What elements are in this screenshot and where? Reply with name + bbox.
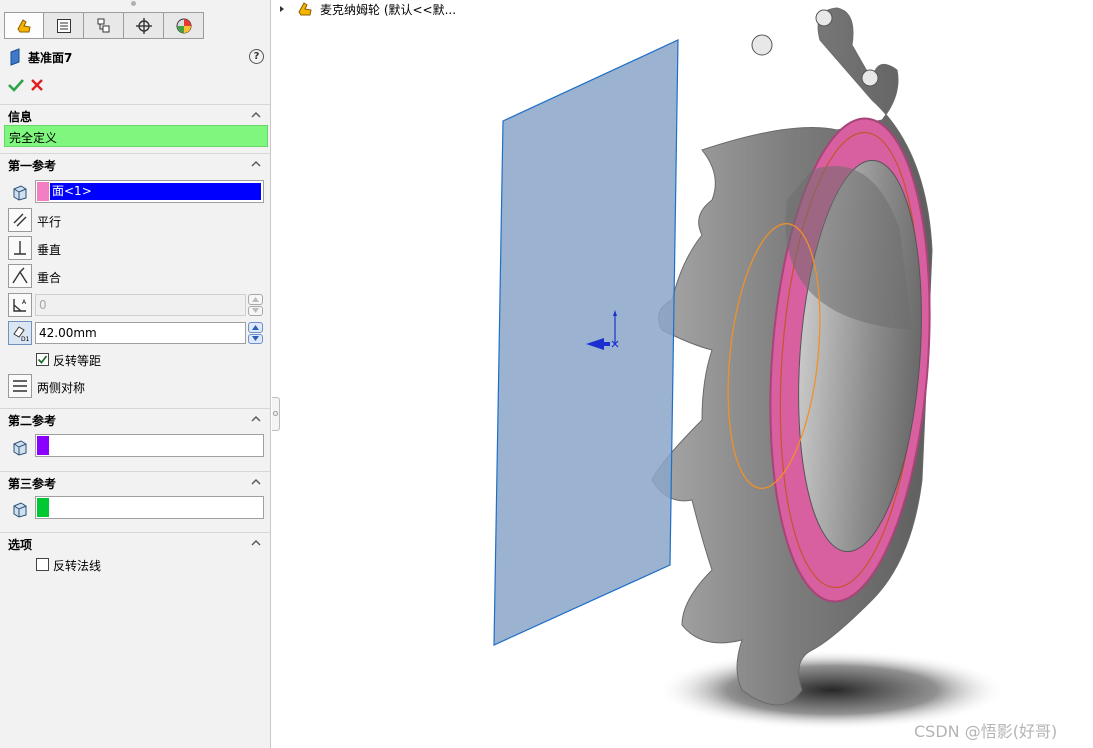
parallel-icon	[13, 213, 27, 227]
help-icon[interactable]: ?	[249, 49, 264, 64]
first-reference-selection[interactable]: 面<1>	[50, 183, 261, 200]
arrow-down-icon	[252, 308, 259, 314]
first-reference-color-swatch	[37, 182, 49, 201]
feature-manager-icon	[17, 18, 31, 32]
section-first-reference-header[interactable]: 第一参考	[0, 153, 270, 173]
offset-distance-button[interactable]: D1	[8, 321, 32, 345]
third-reference-face-icon	[8, 498, 32, 522]
flip-normal-checkbox[interactable]	[36, 558, 49, 571]
tab-configuration-manager[interactable]	[84, 12, 124, 39]
distance-spinner[interactable]	[248, 322, 263, 344]
flip-normal-label: 反转法线	[53, 559, 102, 573]
angle-increase-button[interactable]	[248, 294, 263, 305]
angle-icon: A	[13, 299, 27, 312]
cancel-x-icon[interactable]	[30, 78, 44, 92]
angle-decrease-button[interactable]	[248, 305, 263, 316]
arrow-up-icon	[252, 324, 259, 330]
section-second-reference-label: 第二参考	[8, 414, 57, 428]
tab-dimxpert-manager[interactable]	[124, 12, 164, 39]
parallel-button[interactable]	[8, 208, 32, 232]
checkmark-icon	[37, 355, 48, 364]
arrow-up-icon	[252, 296, 259, 302]
second-reference-color-swatch	[37, 436, 49, 455]
chevron-up-icon	[251, 112, 261, 118]
status-fully-defined: 完全定义	[4, 125, 268, 147]
section-third-reference-header[interactable]: 第三参考	[0, 471, 270, 491]
perpendicular-icon	[14, 241, 26, 255]
mecanum-wheel-model[interactable]	[651, 7, 945, 706]
graphics-viewport[interactable]	[272, 0, 1093, 748]
offset-distance-icon: D1	[13, 326, 29, 342]
panel-resize-grip[interactable]	[131, 1, 136, 6]
mid-plane-label: 两侧对称	[37, 381, 86, 395]
section-info-label: 信息	[8, 110, 33, 124]
arrow-down-icon	[252, 336, 259, 342]
offset-distance-input[interactable]: 42.00mm	[35, 322, 246, 344]
watermark-text: CSDN @悟影(好哥)	[914, 722, 1058, 741]
first-reference-face-icon	[8, 181, 32, 205]
coincident-button[interactable]	[8, 264, 32, 288]
third-reference-color-swatch	[37, 498, 49, 517]
distance-increase-button[interactable]	[248, 322, 263, 333]
reference-plane-icon	[10, 48, 20, 66]
feature-tree-root[interactable]: 麦克纳姆轮 (默认<<默...	[278, 0, 456, 18]
second-reference-face-icon	[8, 436, 32, 460]
chevron-up-icon	[251, 416, 261, 422]
first-reference-selection-box[interactable]: 面<1>	[35, 180, 264, 203]
chevron-up-icon	[251, 161, 261, 167]
tab-display-manager[interactable]	[164, 12, 204, 39]
feature-title: 基准面7	[28, 50, 73, 65]
confirm-buttons	[8, 78, 44, 92]
distance-decrease-button[interactable]	[248, 333, 263, 344]
expand-arrow-icon[interactable]	[278, 5, 286, 13]
angle-button[interactable]: A	[8, 293, 32, 317]
perpendicular-label: 垂直	[37, 243, 62, 257]
property-manager-panel: 基准面7 ? 信息 完全定义 第一参考 面<1> 平行 垂直 重合 A 0 D1…	[0, 0, 271, 748]
second-reference-selection-box[interactable]	[35, 434, 264, 457]
svg-text:A: A	[22, 299, 27, 306]
third-reference-selection-box[interactable]	[35, 496, 264, 519]
tab-property-manager[interactable]	[44, 12, 84, 39]
reference-plane-preview[interactable]	[493, 39, 679, 646]
parallel-label: 平行	[37, 215, 62, 229]
part-icon	[298, 2, 312, 16]
section-second-reference-header[interactable]: 第二参考	[0, 408, 270, 428]
angle-input[interactable]: 0	[35, 294, 246, 316]
section-options-header[interactable]: 选项	[0, 532, 270, 552]
part-name-label: 麦克纳姆轮 (默认<<默...	[320, 2, 457, 17]
perpendicular-button[interactable]	[8, 236, 32, 260]
ok-checkmark-icon[interactable]	[8, 78, 24, 92]
flip-offset-label: 反转等距	[53, 354, 102, 368]
feature-header: 基准面7 ?	[8, 47, 266, 67]
section-info-header[interactable]: 信息	[0, 104, 270, 124]
chevron-up-icon	[251, 479, 261, 485]
section-first-reference-label: 第一参考	[8, 159, 57, 173]
coincident-label: 重合	[37, 271, 62, 285]
section-options-label: 选项	[8, 538, 33, 552]
tab-feature-manager[interactable]	[4, 12, 44, 39]
mid-plane-icon	[13, 380, 27, 392]
flip-offset-checkbox[interactable]	[36, 353, 49, 366]
section-third-reference-label: 第三参考	[8, 477, 57, 491]
angle-spinner[interactable]	[248, 294, 263, 316]
dimxpert-icon	[135, 17, 152, 34]
manager-tab-bar	[4, 12, 204, 40]
coincident-icon	[12, 267, 28, 284]
mid-plane-button[interactable]	[8, 374, 32, 398]
chevron-up-icon	[251, 540, 261, 546]
property-manager-icon	[56, 18, 71, 33]
configuration-manager-icon	[97, 18, 109, 32]
display-manager-icon	[176, 18, 191, 33]
svg-text:D1: D1	[21, 336, 29, 342]
